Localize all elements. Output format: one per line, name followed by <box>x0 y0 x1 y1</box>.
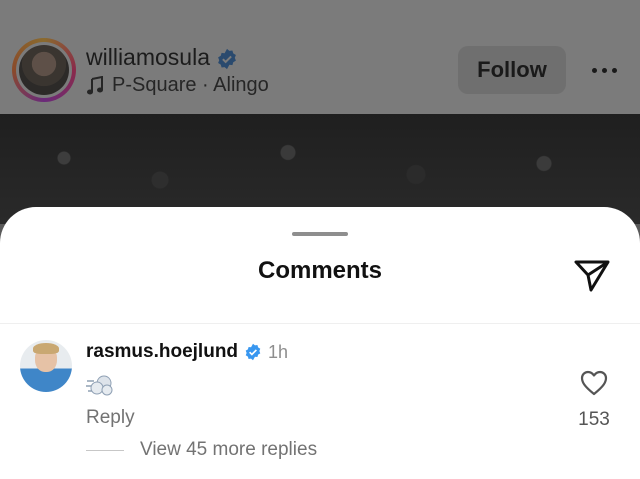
commenter-username[interactable]: rasmus.hoejlund <box>86 341 238 363</box>
music-row[interactable]: P-Square · Alingo <box>86 74 269 97</box>
heart-like-icon[interactable] <box>580 370 608 396</box>
sheet-title: Comments <box>257 257 383 284</box>
verified-badge-icon <box>245 343 261 361</box>
music-note-icon <box>87 75 103 94</box>
post-header: williamosula P-Square · Alingo Follow <box>0 0 640 114</box>
dash-away-emoji-icon <box>86 375 113 396</box>
replies-divider <box>86 449 124 451</box>
follow-button[interactable]: Follow <box>458 46 566 94</box>
sheet-divider <box>0 323 640 324</box>
view-replies-label[interactable]: View 45 more replies <box>140 439 317 461</box>
more-options-icon[interactable] <box>590 66 620 76</box>
author-avatar[interactable] <box>12 38 76 102</box>
verified-badge-icon <box>218 48 237 70</box>
comment-header: rasmus.hoejlund 1h <box>86 341 288 363</box>
comment-timestamp: 1h <box>268 341 289 362</box>
author-username-row[interactable]: williamosula <box>86 44 238 71</box>
commenter-avatar[interactable] <box>20 340 72 392</box>
author-username[interactable]: williamosula <box>86 44 210 70</box>
comments-sheet: Comments rasmus.hoejlund 1h Reply View 4… <box>0 207 640 479</box>
sheet-grab-handle[interactable] <box>292 232 348 236</box>
view-more-replies[interactable]: View 45 more replies <box>86 439 317 461</box>
reply-button[interactable]: Reply <box>86 407 135 429</box>
share-send-icon[interactable] <box>572 255 612 295</box>
music-label: P-Square · Alingo <box>112 74 269 96</box>
like-count: 153 <box>578 409 610 430</box>
